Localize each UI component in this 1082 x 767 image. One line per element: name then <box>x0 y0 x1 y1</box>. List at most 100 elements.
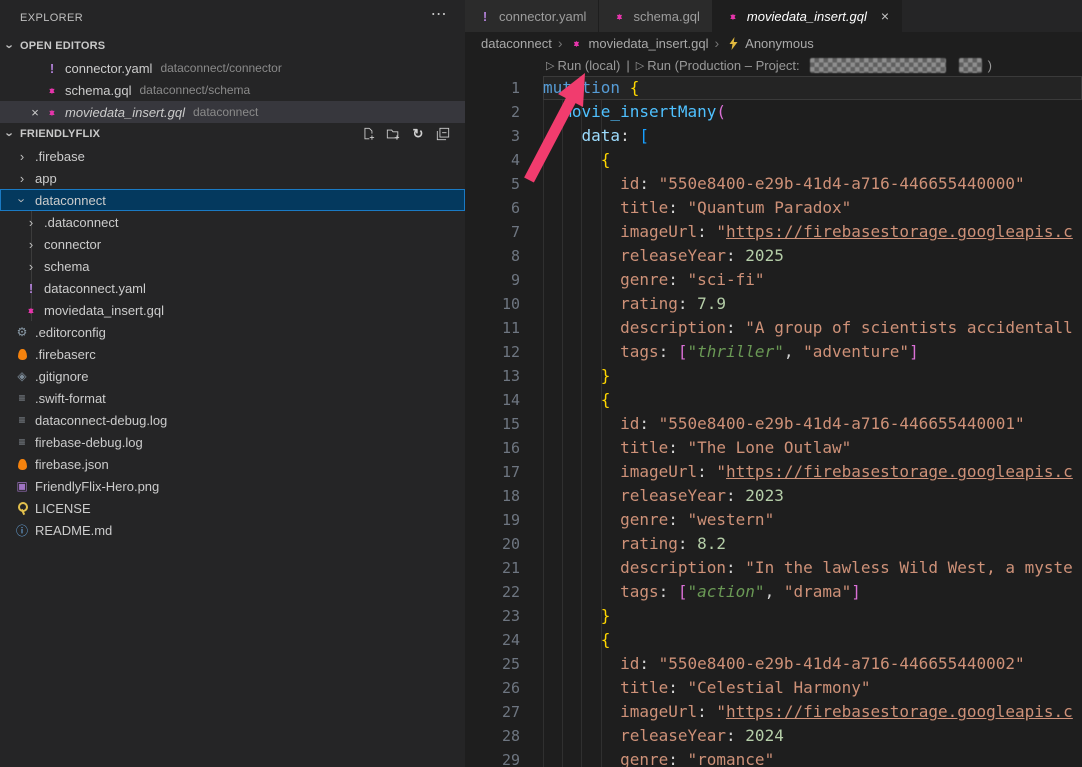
close-icon[interactable]: × <box>26 105 44 120</box>
tree-item-swift-format[interactable]: ≡.swift-format <box>0 387 465 409</box>
code-line-28[interactable]: 28 releaseYear: 2024 <box>465 724 1082 748</box>
code-line-12[interactable]: 12 tags: ["thriller", "adventure"] <box>465 340 1082 364</box>
item-label: dataconnect <box>35 193 106 208</box>
code-line-10[interactable]: 10 rating: 7.9 <box>465 292 1082 316</box>
explorer-title: EXPLORER <box>20 12 83 24</box>
new-file-icon[interactable] <box>360 126 376 142</box>
code-line-29[interactable]: 29 genre: "romance" <box>465 748 1082 767</box>
code-line-19[interactable]: 19 genre: "western" <box>465 508 1082 532</box>
line-number: 29 <box>465 748 520 767</box>
tree-item-dataconnect[interactable]: › dataconnect <box>0 189 465 211</box>
tree-item-editorconfig[interactable]: ⚙.editorconfig <box>0 321 465 343</box>
collapse-all-icon[interactable] <box>435 126 451 142</box>
chevron-down-icon: › <box>3 38 18 54</box>
close-icon[interactable]: × <box>881 8 889 24</box>
code-line-15[interactable]: 15 id: "550e8400-e29b-41d4-a716-44665544… <box>465 412 1082 436</box>
code-line-9[interactable]: 9 genre: "sci-fi" <box>465 268 1082 292</box>
code-line-22[interactable]: 22 tags: ["action", "drama"] <box>465 580 1082 604</box>
line-number: 22 <box>465 580 520 604</box>
tree-item-dataconnect-yaml[interactable]: !dataconnect.yaml <box>0 277 465 299</box>
log-icon: ≡ <box>14 434 30 450</box>
code-line-8[interactable]: 8 releaseYear: 2025 <box>465 244 1082 268</box>
tree-item-firebaserc[interactable]: .firebaserc <box>0 343 465 365</box>
breadcrumb-separator: › <box>558 35 563 51</box>
project-section-header[interactable]: › FRIENDLYFLIX ↻ <box>0 123 465 145</box>
code-line-16[interactable]: 16 title: "The Lone Outlaw" <box>465 436 1082 460</box>
tab-label: schema.gql <box>633 9 699 24</box>
code-line-13[interactable]: 13 } <box>465 364 1082 388</box>
run-local-link[interactable]: ▷ Run (local) <box>546 58 620 73</box>
open-editors-header[interactable]: › OPEN EDITORS <box>0 35 465 57</box>
code-text: { <box>543 388 610 412</box>
refresh-icon[interactable]: ↻ <box>410 126 426 142</box>
code-line-23[interactable]: 23 } <box>465 604 1082 628</box>
tree-item-firebase-json[interactable]: firebase.json <box>0 453 465 475</box>
tree-item-readme-md[interactable]: ⓘREADME.md <box>0 519 465 541</box>
breadcrumb-item-anonymous[interactable]: Anonymous <box>725 35 814 51</box>
code-text: genre: "western" <box>543 508 774 532</box>
editor-pane: !connector.yaml schema.gql moviedata_inser… <box>465 0 1082 767</box>
code-line-2[interactable]: 2 movie_insertMany( <box>465 100 1082 124</box>
open-editor-connector-yaml[interactable]: !connector.yamldataconnect/connector <box>0 57 465 79</box>
tab-schema-gql[interactable]: schema.gql <box>599 0 712 32</box>
tree-item-schema[interactable]: ›schema <box>0 255 465 277</box>
line-number: 6 <box>465 196 520 220</box>
tab-moviedata-insert-gql[interactable]: moviedata_insert.gql× <box>713 0 902 32</box>
item-label: schema <box>44 259 90 274</box>
tree-item-firebase[interactable]: ›.firebase <box>0 145 465 167</box>
code-line-27[interactable]: 27 imageUrl: "https://firebasestorage.go… <box>465 700 1082 724</box>
code-line-25[interactable]: 25 id: "550e8400-e29b-41d4-a716-44665544… <box>465 652 1082 676</box>
graphql-icon <box>611 8 627 24</box>
tree-item-dataconnect-debug-log[interactable]: ≡dataconnect-debug.log <box>0 409 465 431</box>
codelens-bar: ▷ Run (local) | ▷ Run (Production – Proj… <box>465 54 1082 76</box>
code-line-17[interactable]: 17 imageUrl: "https://firebasestorage.go… <box>465 460 1082 484</box>
breadcrumb-separator: › <box>714 35 719 51</box>
breadcrumb-item-moviedata-insert-gql[interactable]: moviedata_insert.gql <box>569 35 709 51</box>
code-line-11[interactable]: 11 description: "A group of scientists a… <box>465 316 1082 340</box>
code-line-4[interactable]: 4 { <box>465 148 1082 172</box>
code-text: releaseYear: 2024 <box>543 724 784 748</box>
new-folder-icon[interactable] <box>385 126 401 142</box>
code-text: { <box>543 628 610 652</box>
code-line-3[interactable]: 3 data: [ <box>465 124 1082 148</box>
explorer-header: EXPLORER ⋯ <box>0 0 465 35</box>
line-number: 3 <box>465 124 520 148</box>
chevron-right-icon: › <box>23 237 39 252</box>
tab-connector-yaml[interactable]: !connector.yaml <box>465 0 599 32</box>
line-number: 7 <box>465 220 520 244</box>
run-production-link[interactable]: ▷ Run (Production – Project: <box>636 58 800 73</box>
code-line-6[interactable]: 6 title: "Quantum Paradox" <box>465 196 1082 220</box>
tree-item-firebase-debug-log[interactable]: ≡firebase-debug.log <box>0 431 465 453</box>
code-editor[interactable]: 1mutation {2 movie_insertMany(3 data: [4… <box>465 76 1082 767</box>
code-line-5[interactable]: 5 id: "550e8400-e29b-41d4-a716-446655440… <box>465 172 1082 196</box>
code-text: { <box>543 148 610 172</box>
open-editor-moviedata-insert-gql[interactable]: ×moviedata_insert.gqldataconnect <box>0 101 465 123</box>
tree-item-moviedata-insert-gql[interactable]: moviedata_insert.gql <box>0 299 465 321</box>
code-text: releaseYear: 2023 <box>543 484 784 508</box>
tree-item-gitignore[interactable]: ◈.gitignore <box>0 365 465 387</box>
tree-item-dataconnect[interactable]: ›.dataconnect <box>0 211 465 233</box>
code-line-21[interactable]: 21 description: "In the lawless Wild Wes… <box>465 556 1082 580</box>
item-label: .gitignore <box>35 369 88 384</box>
code-text: genre: "sci-fi" <box>543 268 765 292</box>
code-line-7[interactable]: 7 imageUrl: "https://firebasestorage.goo… <box>465 220 1082 244</box>
code-line-14[interactable]: 14 { <box>465 388 1082 412</box>
code-line-18[interactable]: 18 releaseYear: 2023 <box>465 484 1082 508</box>
code-line-1[interactable]: 1mutation { <box>465 76 1082 100</box>
run-production-label: Run (Production – Project: <box>647 58 799 73</box>
breadcrumb-item-dataconnect[interactable]: dataconnect <box>481 36 552 51</box>
more-actions-icon[interactable]: ⋯ <box>431 4 447 24</box>
open-editor-schema-gql[interactable]: schema.gqldataconnect/schema <box>0 79 465 101</box>
code-line-20[interactable]: 20 rating: 8.2 <box>465 532 1082 556</box>
open-editors-list: !connector.yamldataconnect/connectorsche… <box>0 57 465 123</box>
tree-item-friendlyflix-hero-png[interactable]: ▣FriendlyFlix-Hero.png <box>0 475 465 497</box>
item-label: moviedata_insert.gql <box>44 303 164 318</box>
file-path: dataconnect <box>193 105 258 119</box>
chevron-down-icon: › <box>15 192 30 208</box>
code-line-26[interactable]: 26 title: "Celestial Harmony" <box>465 676 1082 700</box>
tree-item-app[interactable]: ›app <box>0 167 465 189</box>
tree-item-connector[interactable]: ›connector <box>0 233 465 255</box>
code-line-24[interactable]: 24 { <box>465 628 1082 652</box>
tree-item-license[interactable]: LICENSE <box>0 497 465 519</box>
item-label: FriendlyFlix-Hero.png <box>35 479 159 494</box>
